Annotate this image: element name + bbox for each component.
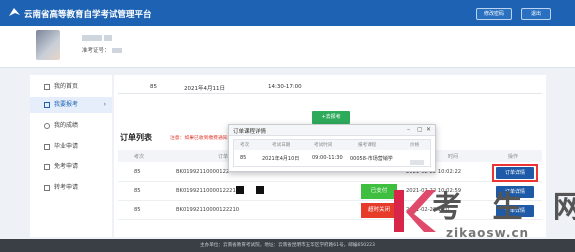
sidebar-item-home[interactable]: 我的首页 xyxy=(30,79,112,95)
dialog-table: 考次 考试日期 考试时间 报考课程 价格 85 2021年4月10日 09:00… xyxy=(233,139,431,167)
order-list-title: 订单列表 xyxy=(120,133,152,142)
profile-panel: 准考证号： xyxy=(0,26,575,68)
row-code: 85 xyxy=(134,169,141,175)
avatar xyxy=(36,30,60,60)
add-apply-button[interactable]: +去报考 xyxy=(312,111,350,124)
course-detail-dialog: 订单课程详情 – ▢ ✕ 考次 考试日期 考试时间 报考课程 价格 85 202… xyxy=(228,124,436,172)
logo-icon xyxy=(9,8,20,16)
top-header: 云南省高等教育自学考试管理平台 修改密码 退出 xyxy=(0,0,575,26)
change-password-button[interactable]: 修改密码 xyxy=(476,8,512,20)
row-code: 85 xyxy=(134,188,141,194)
sidebar-item-label: 转考申请 xyxy=(54,184,79,191)
dialog-table-header: 考次 考试日期 考试时间 报考课程 价格 xyxy=(234,140,430,150)
sidebar-item-apply[interactable]: 我要报考 › xyxy=(30,97,112,113)
chevron-right-icon: › xyxy=(103,101,106,108)
col-time: 考试时间 xyxy=(314,143,333,148)
col-code: 考次 xyxy=(134,154,145,160)
order-notice: 注意：如果已收到缴费通知 xyxy=(170,136,228,141)
col-time: 时间 xyxy=(448,154,459,160)
document-icon xyxy=(44,185,50,191)
footer: 主办单位：云南省教育考试院，地址：云南省昆明市五华区学府路61号，邮编65022… xyxy=(0,239,575,252)
sidebar-item-graduation[interactable]: 毕业申请 xyxy=(30,139,112,155)
redaction-block xyxy=(256,186,264,194)
exam-row: 85 2021年4月11日 14:30-17:00 xyxy=(118,81,542,94)
status-badge: 超时关闭 xyxy=(361,203,397,218)
user-icon xyxy=(44,123,50,129)
document-icon xyxy=(44,102,50,108)
row-order: BK01992110000122210 xyxy=(176,207,240,213)
row-time: 2021-02-22 10:02:59 xyxy=(406,188,462,194)
table-row: 85 BK01992110000122210 超时关闭 2021-02-22 1… xyxy=(118,201,542,220)
highlight-box xyxy=(492,164,538,182)
student-name-redacted-2 xyxy=(104,35,112,41)
sidebar-item-label: 我的首页 xyxy=(54,83,79,90)
exam-time: 14:30-17:00 xyxy=(268,84,302,90)
cell-time: 09:00-11:30 xyxy=(312,155,343,161)
dialog-table-row: 85 2021年4月10日 09:00-11:30 00058-市场营销学 xyxy=(234,150,430,166)
sidebar-item-label: 我的成绩 xyxy=(54,122,79,129)
sidebar-item-label: 我要报考 xyxy=(54,101,79,108)
maximize-icon[interactable]: ▢ xyxy=(417,126,423,133)
col-date: 考试日期 xyxy=(272,143,291,148)
home-icon xyxy=(44,84,50,90)
row-order: BK01992110000122210 xyxy=(176,188,240,194)
sidebar-item-exemption[interactable]: 免考申请 xyxy=(30,159,112,175)
table-row: 85 BK01992110000122210 已支付 2021-02-22 10… xyxy=(118,182,542,201)
cell-date: 2021年4月10日 xyxy=(262,156,300,162)
exam-date: 2021年4月11日 xyxy=(184,86,225,92)
status-badge: 已支付 xyxy=(361,184,397,199)
col-price: 价格 xyxy=(410,143,420,148)
graduation-icon xyxy=(44,144,50,150)
student-name-redacted xyxy=(82,35,102,41)
cell-code: 85 xyxy=(240,155,247,161)
minimize-icon[interactable]: – xyxy=(407,126,410,133)
sidebar-item-label: 毕业申请 xyxy=(54,143,79,150)
ticket-value-redacted xyxy=(111,48,122,53)
order-detail-button[interactable]: 订单详情 xyxy=(496,186,534,198)
sidebar: 我的首页 我要报考 › 我的成绩 毕业申请 免考申请 转考申请 xyxy=(30,75,112,237)
logout-button[interactable]: 退出 xyxy=(521,8,551,20)
ticket-number: 准考证号： xyxy=(82,46,122,54)
row-time: 2021-02-22 10:0 xyxy=(406,207,450,213)
row-code: 85 xyxy=(134,207,141,213)
exam-code: 85 xyxy=(150,84,157,90)
col-code: 考次 xyxy=(240,143,250,148)
document-icon xyxy=(44,164,50,170)
col-order: 订单 xyxy=(218,154,229,160)
row-order: BK01992110000122 xyxy=(176,169,230,175)
ticket-label: 准考证号： xyxy=(82,48,110,54)
order-detail-button[interactable]: 订单详情 xyxy=(496,205,534,217)
close-icon[interactable]: ✕ xyxy=(426,126,431,133)
sidebar-item-scores[interactable]: 我的成绩 xyxy=(30,118,112,134)
col-action: 操作 xyxy=(508,154,519,160)
sidebar-item-transfer[interactable]: 转考申请 xyxy=(30,180,112,196)
dialog-title: 订单课程详情 xyxy=(233,129,267,135)
site-title: 云南省高等教育自学考试管理平台 xyxy=(24,10,152,20)
col-course: 报考课程 xyxy=(358,143,377,148)
dialog-header: 订单课程详情 – ▢ ✕ xyxy=(229,125,435,136)
sidebar-item-label: 免考申请 xyxy=(54,163,79,170)
cell-course: 00058-市场营销学 xyxy=(350,156,393,162)
add-apply-label: 去报考 xyxy=(325,114,341,120)
redaction-block xyxy=(236,186,244,194)
